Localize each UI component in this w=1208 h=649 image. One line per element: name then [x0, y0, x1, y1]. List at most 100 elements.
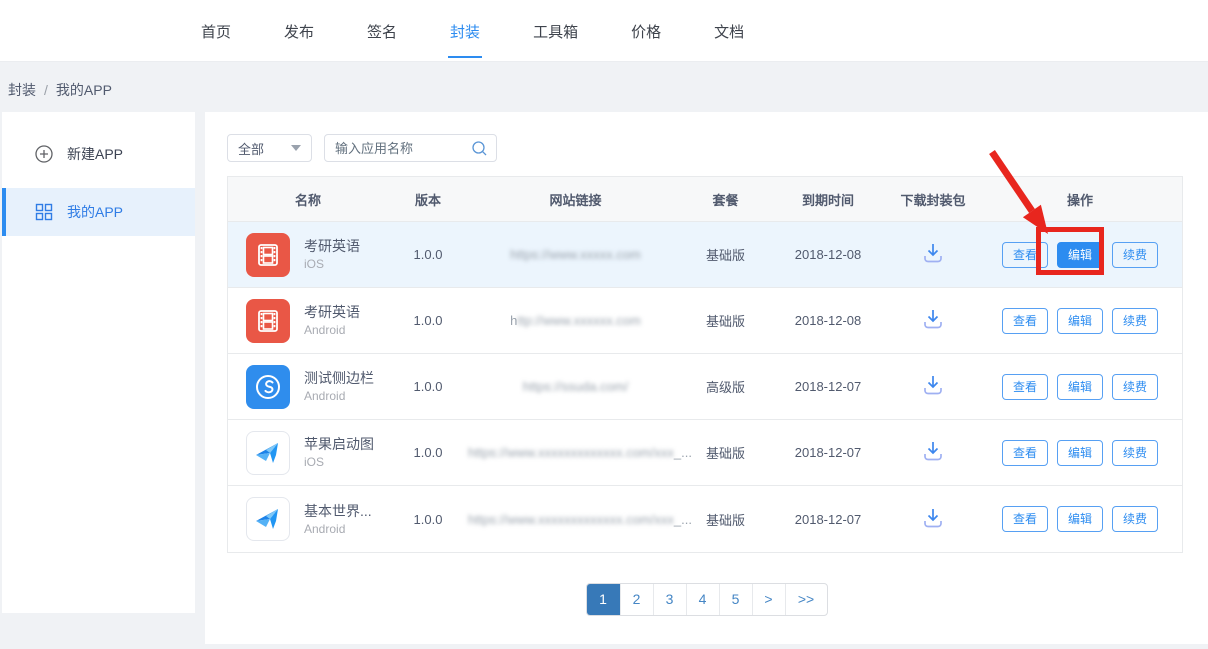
app-link: https://www.xxxxxxxxxxxxx.com/xxx_...	[468, 445, 683, 460]
app-name: 考研英语	[304, 237, 360, 256]
view-button[interactable]: 查看	[1002, 506, 1048, 532]
search-icon[interactable]	[471, 140, 488, 162]
app-version: 1.0.0	[388, 512, 468, 527]
page-last[interactable]: >>	[785, 584, 827, 615]
app-platform: iOS	[304, 454, 374, 470]
nav-item-publish[interactable]: 发布	[282, 1, 316, 62]
app-name: 考研英语	[304, 303, 360, 322]
sidebar-item-label: 新建APP	[67, 144, 123, 164]
app-version: 1.0.0	[388, 445, 468, 460]
download-cell	[888, 507, 978, 532]
search-input[interactable]	[325, 135, 465, 161]
edit-button[interactable]: 编辑	[1057, 506, 1103, 532]
app-link: https://www.xxxxx.com	[468, 247, 683, 262]
page-5[interactable]: 5	[719, 584, 752, 615]
app-platform: Android	[304, 521, 372, 537]
download-icon[interactable]	[921, 318, 945, 333]
app-platform: Android	[304, 388, 374, 404]
breadcrumb-current: 我的APP	[56, 82, 112, 98]
app-expiry: 2018-12-08	[768, 313, 888, 328]
sidebar-item-my-app[interactable]: 我的APP	[2, 188, 195, 236]
app-name-cell: 基本世界... Android	[228, 497, 388, 541]
table-row: 测试侧边栏 Android 1.0.0 https://ssuda.com/ 高…	[228, 354, 1182, 420]
page-4[interactable]: 4	[686, 584, 719, 615]
app-plan: 基础版	[683, 510, 768, 529]
app-name-cell: 苹果启动图 iOS	[228, 431, 388, 475]
breadcrumb-parent[interactable]: 封装	[8, 82, 36, 98]
edit-button[interactable]: 编辑	[1057, 374, 1103, 400]
table-header-row: 名称 版本 网站链接 套餐 到期时间 下载封装包 操作	[228, 177, 1182, 222]
app-link: https://ssuda.com/	[468, 379, 683, 394]
app-version: 1.0.0	[388, 379, 468, 394]
col-header-link: 网站链接	[468, 190, 683, 209]
actions-cell: 查看 编辑 续费	[978, 440, 1182, 466]
download-icon[interactable]	[921, 384, 945, 399]
nav-item-toolbox[interactable]: 工具箱	[531, 1, 580, 62]
table-row: 苹果启动图 iOS 1.0.0 https://www.xxxxxxxxxxxx…	[228, 420, 1182, 486]
app-platform: iOS	[304, 256, 360, 272]
view-button[interactable]: 查看	[1002, 242, 1048, 268]
download-cell	[888, 440, 978, 465]
app-expiry: 2018-12-07	[768, 445, 888, 460]
nav-item-price[interactable]: 价格	[629, 1, 663, 62]
breadcrumb: 封装 / 我的APP	[8, 80, 112, 100]
renew-button[interactable]: 续费	[1112, 506, 1158, 532]
actions-cell: 查看 编辑 续费	[978, 242, 1182, 268]
page-3[interactable]: 3	[653, 584, 686, 615]
download-icon[interactable]	[921, 517, 945, 532]
film-icon	[246, 233, 290, 277]
actions-cell: 查看 编辑 续费	[978, 506, 1182, 532]
caret-down-icon	[291, 145, 301, 151]
renew-button[interactable]: 续费	[1112, 374, 1158, 400]
nav-item-signature[interactable]: 签名	[365, 1, 399, 62]
download-cell	[888, 242, 978, 267]
app-link: https://www.xxxxxxxxxxxxx.com/xxx_...	[468, 512, 683, 527]
page-1[interactable]: 1	[587, 584, 620, 615]
app-name-cell: 考研英语 Android	[228, 299, 388, 343]
nav-item-docs[interactable]: 文档	[712, 1, 746, 62]
col-header-plan: 套餐	[683, 190, 768, 209]
app-expiry: 2018-12-08	[768, 247, 888, 262]
download-icon[interactable]	[921, 450, 945, 465]
app-link: http://www.xxxxxx.com	[468, 313, 683, 328]
edit-button[interactable]: 编辑	[1057, 242, 1103, 268]
app-plan: 基础版	[683, 245, 768, 264]
grid-icon	[34, 202, 54, 222]
actions-cell: 查看 编辑 续费	[978, 308, 1182, 334]
sidebar-item-new-app[interactable]: 新建APP	[2, 130, 195, 178]
main-nav: 首页 发布 签名 封装 工具箱 价格 文档	[199, 0, 746, 62]
actions-cell: 查看 编辑 续费	[978, 374, 1182, 400]
table-row: 基本世界... Android 1.0.0 https://www.xxxxxx…	[228, 486, 1182, 552]
app-version: 1.0.0	[388, 313, 468, 328]
edit-button[interactable]: 编辑	[1057, 440, 1103, 466]
filter-bar: 全部	[227, 134, 497, 162]
filter-dropdown[interactable]: 全部	[227, 134, 312, 162]
view-button[interactable]: 查看	[1002, 440, 1048, 466]
breadcrumb-separator: /	[44, 82, 48, 98]
col-header-name: 名称	[228, 190, 388, 209]
edit-button[interactable]: 编辑	[1057, 308, 1103, 334]
pagination: 1 2 3 4 5 > >>	[586, 583, 828, 616]
view-button[interactable]: 查看	[1002, 374, 1048, 400]
download-icon[interactable]	[921, 252, 945, 267]
app-name-cell: 测试侧边栏 Android	[228, 365, 388, 409]
page-2[interactable]: 2	[620, 584, 653, 615]
app-name-cell: 考研英语 iOS	[228, 233, 388, 277]
app-name: 测试侧边栏	[304, 369, 374, 388]
app-plan: 基础版	[683, 311, 768, 330]
renew-button[interactable]: 续费	[1112, 308, 1158, 334]
view-button[interactable]: 查看	[1002, 308, 1048, 334]
sidebar: 新建APP 我的APP	[2, 112, 195, 613]
search-box	[324, 134, 497, 162]
s-logo-icon	[246, 365, 290, 409]
app-name: 苹果启动图	[304, 435, 374, 454]
nav-item-home[interactable]: 首页	[199, 1, 233, 62]
filter-dropdown-value: 全部	[238, 139, 264, 158]
renew-button[interactable]: 续费	[1112, 440, 1158, 466]
col-header-actions: 操作	[978, 190, 1182, 209]
app-expiry: 2018-12-07	[768, 379, 888, 394]
download-cell	[888, 308, 978, 333]
nav-item-package-active[interactable]: 封装	[448, 1, 482, 62]
page-next[interactable]: >	[752, 584, 785, 615]
renew-button[interactable]: 续费	[1112, 242, 1158, 268]
